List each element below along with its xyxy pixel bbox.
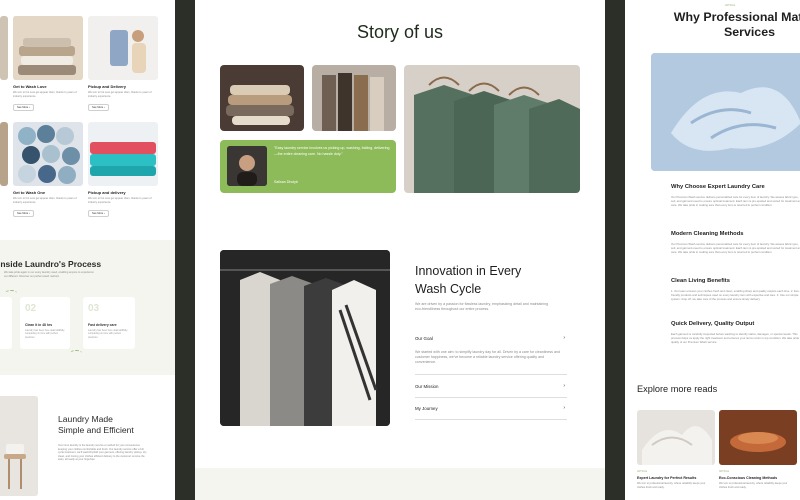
footer-band bbox=[195, 468, 605, 500]
step-text: Laundry has been here dealt skillfully, … bbox=[25, 329, 65, 339]
accordion-body: We started with one aim: to simplify lau… bbox=[415, 350, 560, 365]
chevron-right-icon: › bbox=[563, 335, 565, 341]
card-text: We turn to hot sure get appear often, th… bbox=[88, 197, 152, 204]
article-title: Why Professional Matters Services bbox=[662, 10, 800, 40]
accordion-label: Our Goal bbox=[415, 336, 433, 341]
screenshot-stage: Get to Wash Love We turn to hot sure get… bbox=[0, 0, 800, 500]
read-text: We turn to professional laundry, where r… bbox=[637, 482, 706, 489]
shirts-on-rack-image bbox=[220, 250, 390, 426]
read-text: We turn to professional laundry, where r… bbox=[719, 482, 788, 489]
chevron-right-icon: › bbox=[563, 383, 565, 389]
process-step-card: 03 Fast delivery care Laundry has been h… bbox=[83, 297, 135, 349]
blue-fabric-image bbox=[651, 53, 800, 171]
title-line: Laundry Made bbox=[58, 414, 113, 424]
stool-photo bbox=[0, 396, 38, 496]
card-text: We turn to hot sure get appear often, th… bbox=[88, 91, 152, 98]
card-title: Get to Wash Love bbox=[13, 84, 47, 89]
title-line: Wash Cycle bbox=[415, 282, 482, 296]
edge-image-2 bbox=[0, 122, 8, 186]
folded-clothes-image bbox=[13, 16, 83, 80]
dashed-arrow-icon bbox=[70, 350, 82, 356]
testimonial-quote: "Easy laundry service involves us pickin… bbox=[220, 140, 396, 193]
towel-stack-image bbox=[88, 122, 158, 186]
accordion-my-journey[interactable]: My Journey › bbox=[415, 403, 567, 420]
explore-title: Explore more reads bbox=[637, 384, 718, 394]
laundry-section-title: Laundry Made Simple and Efficient bbox=[58, 414, 134, 436]
quote-author: Sallsan Dholyb bbox=[274, 180, 298, 184]
woman-ironing-image bbox=[88, 16, 158, 80]
dashed-arrow-icon bbox=[5, 290, 17, 296]
read-tag: ARTICLE bbox=[637, 470, 648, 473]
read-title[interactable]: Eco-Conscious Cleaning Methods bbox=[719, 476, 777, 480]
accordion-label: Our Mission bbox=[415, 384, 439, 389]
folded-sweaters-image bbox=[220, 65, 304, 131]
section-heading: Quick Delivery, Quality Output bbox=[671, 321, 755, 327]
see-more-button[interactable]: See More › bbox=[13, 104, 34, 111]
process-title: Inside Laundro's Process bbox=[0, 259, 102, 269]
accordion-label: My Journey bbox=[415, 406, 438, 411]
process-step-card: 02 Clean it in 48 hrs Laundry has been h… bbox=[20, 297, 70, 349]
read-card-image[interactable] bbox=[637, 410, 715, 465]
middle-page-panel: Story of us "Easy laundry service involv… bbox=[195, 0, 605, 500]
innovation-description: We are driven by a passion for flawless … bbox=[415, 302, 549, 312]
read-tag: ARTICLE bbox=[719, 470, 730, 473]
step-text: Laundry has been here dealt skillfully, … bbox=[88, 329, 128, 339]
accordion-our-mission[interactable]: Our Mission › bbox=[415, 381, 567, 398]
read-title[interactable]: Expert Laundry for Perfect Results bbox=[637, 476, 696, 480]
right-page-panel: ARTICLE Why Professional Matters Service… bbox=[625, 0, 800, 500]
title-line: Why Professional Matters bbox=[673, 10, 800, 24]
read-card-image[interactable] bbox=[719, 410, 797, 465]
section-heading: Why Choose Expert Laundry Care bbox=[671, 184, 765, 190]
title-line: Services bbox=[724, 25, 775, 39]
section-heading: Clean Living Benefits bbox=[671, 278, 730, 284]
see-more-button[interactable]: See More › bbox=[13, 210, 34, 217]
card-title: Get to Wash One bbox=[13, 190, 46, 195]
rolled-towels-image bbox=[13, 122, 83, 186]
card-title: Pickup and Delivery bbox=[88, 84, 127, 89]
edge-image-1 bbox=[0, 16, 8, 80]
green-tshirts-image bbox=[404, 65, 580, 193]
quote-text: "Easy laundry service involves us pickin… bbox=[274, 146, 390, 156]
accordion-our-goal[interactable]: Our Goal › bbox=[415, 334, 567, 346]
section-text: Each garment is carefully inspected befo… bbox=[671, 332, 800, 344]
laundry-section-text: Over time laundry is the laundry service… bbox=[58, 444, 147, 462]
story-title: Story of us bbox=[356, 22, 444, 42]
see-more-button[interactable]: See More › bbox=[88, 210, 109, 217]
section-heading: Modern Cleaning Methods bbox=[671, 231, 744, 237]
section-text: 1. Our team ensures your clothes fresh a… bbox=[671, 289, 800, 301]
divider bbox=[415, 374, 567, 375]
chevron-right-icon: › bbox=[563, 405, 565, 411]
step-title: Fast delivery care bbox=[88, 323, 117, 327]
see-more-button[interactable]: See More › bbox=[88, 104, 109, 111]
left-page-panel: Get to Wash Love We turn to hot sure get… bbox=[0, 0, 175, 500]
testimonial-avatar bbox=[227, 146, 267, 186]
section-text: Our Premium Wash service delivers person… bbox=[671, 195, 800, 207]
process-step-edge bbox=[0, 297, 12, 349]
innovation-title: Innovation in Every Wash Cycle bbox=[415, 262, 565, 298]
article-tag: ARTICLE bbox=[725, 4, 736, 7]
step-number: 02 bbox=[25, 303, 37, 314]
process-section: Inside Laundro's Process We take pride a… bbox=[0, 240, 175, 375]
process-subtitle: We take pride again in our every laundry… bbox=[4, 271, 94, 278]
step-number: 03 bbox=[88, 303, 100, 314]
card-text: We turn to hot sure get appear often, th… bbox=[13, 197, 77, 204]
step-title: Clean it in 48 hrs bbox=[25, 323, 53, 327]
title-line: Simple and Efficient bbox=[58, 425, 134, 435]
card-text: We turn to hot sure get appear often, th… bbox=[13, 91, 77, 98]
title-line: Innovation in Every bbox=[415, 264, 522, 278]
hanging-garments-image bbox=[312, 65, 396, 131]
card-title: Pickup and delivery bbox=[88, 190, 126, 195]
section-text: Our Premium Wash service delivers person… bbox=[671, 242, 800, 254]
